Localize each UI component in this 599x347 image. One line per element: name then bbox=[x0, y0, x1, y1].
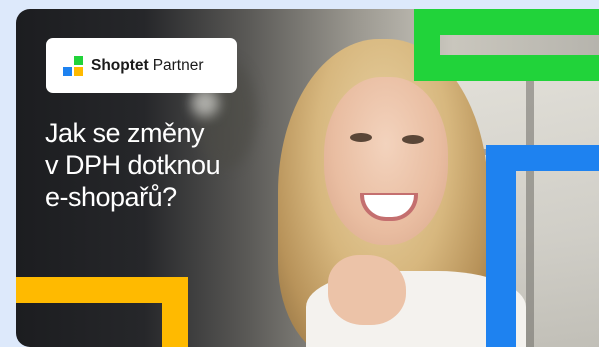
woman-eye-left bbox=[350, 133, 372, 142]
woman-hand bbox=[328, 255, 406, 325]
headline-line: v DPH dotknou bbox=[45, 150, 221, 180]
shoptet-logo-icon bbox=[63, 55, 84, 76]
logo-square-yellow bbox=[74, 66, 83, 76]
badge-text: Shoptet Partner bbox=[91, 57, 204, 75]
promo-banner[interactable]: Shoptet Partner Jak se změny v DPH dotkno… bbox=[16, 9, 599, 347]
badge-suffix: Partner bbox=[152, 56, 204, 74]
green-frame-top bbox=[414, 9, 599, 35]
blue-frame-side bbox=[486, 145, 516, 347]
window-frame bbox=[526, 69, 534, 347]
woman-eye-right bbox=[402, 135, 424, 144]
green-frame-bottom bbox=[414, 55, 599, 81]
headline: Jak se změny v DPH dotknou e-shopařů? bbox=[45, 117, 305, 213]
logo-square-blue bbox=[63, 66, 72, 76]
headline-line: e-shopařů? bbox=[45, 182, 177, 212]
badge-brand: Shoptet bbox=[91, 56, 149, 74]
background-light bbox=[191, 89, 219, 117]
partner-badge: Shoptet Partner bbox=[46, 38, 237, 93]
yellow-frame-side bbox=[162, 277, 188, 347]
headline-line: Jak se změny bbox=[45, 118, 205, 148]
logo-square-green bbox=[74, 55, 83, 65]
